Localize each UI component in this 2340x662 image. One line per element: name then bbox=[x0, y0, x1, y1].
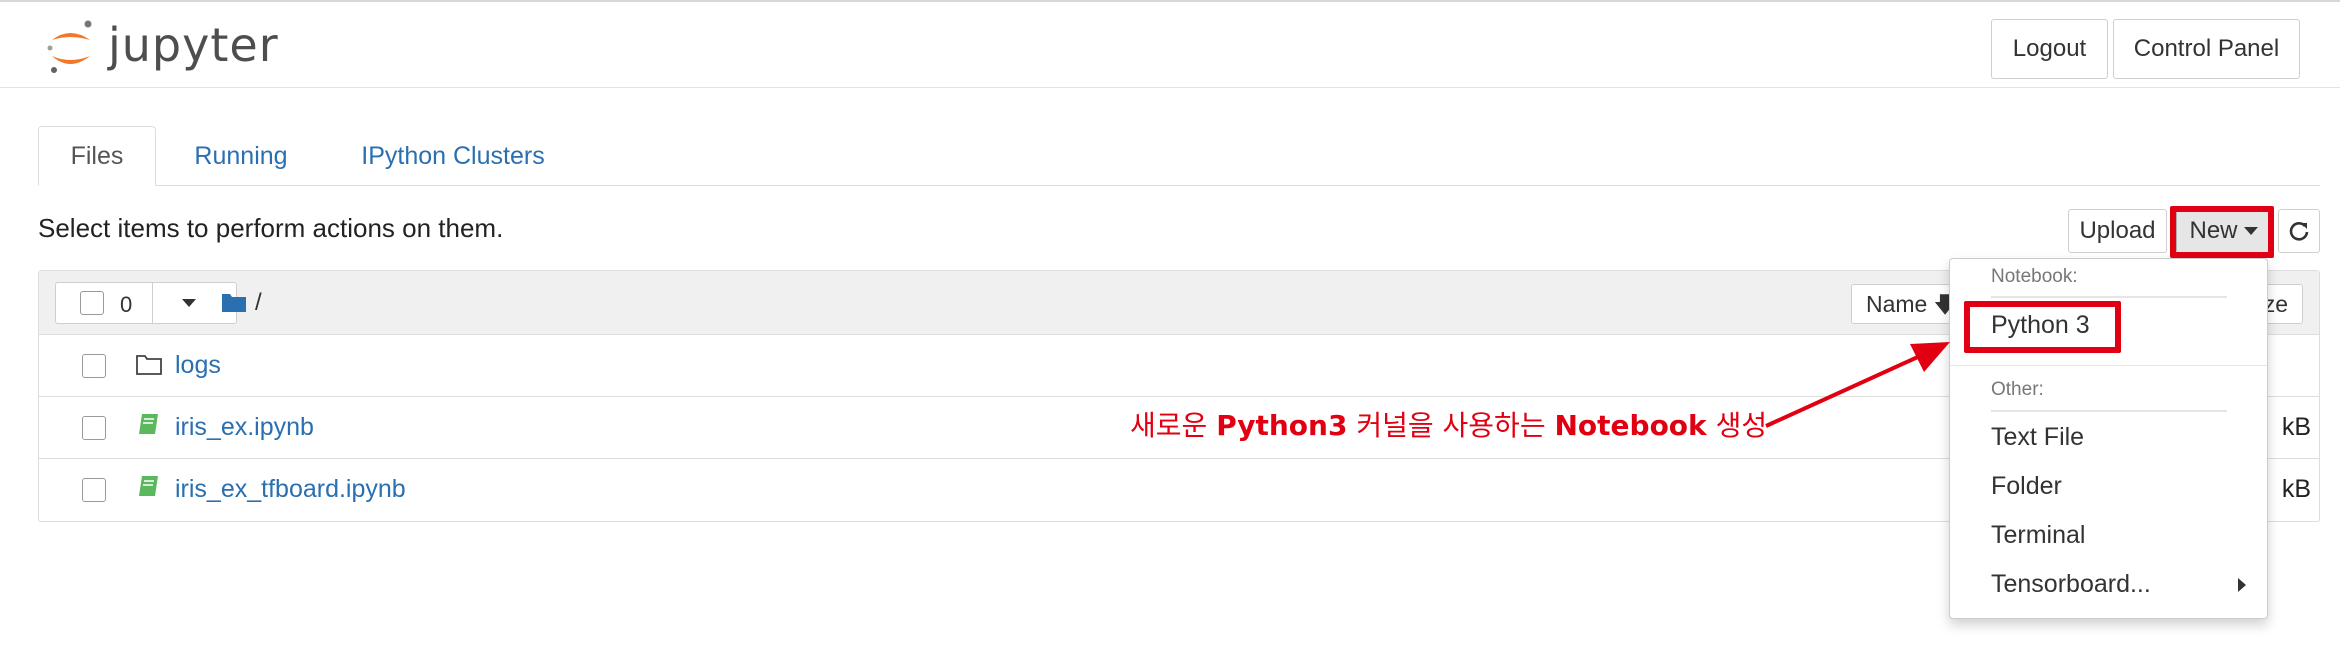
select-all-checkbox[interactable] bbox=[80, 291, 104, 315]
selected-count: 0 bbox=[120, 292, 133, 317]
row-checkbox[interactable] bbox=[82, 416, 106, 440]
menu-item-text-file[interactable]: Text File bbox=[1991, 423, 2084, 452]
python3-highlight bbox=[1964, 301, 2121, 353]
item-name[interactable]: iris_ex.ipynb bbox=[175, 413, 314, 442]
row-checkbox[interactable] bbox=[82, 478, 106, 502]
other-section-header: Other: bbox=[1991, 379, 2044, 400]
menu-item-folder[interactable]: Folder bbox=[1991, 472, 2062, 501]
tabs-divider bbox=[38, 185, 2320, 186]
item-size: kB bbox=[2281, 475, 2311, 503]
notebook-icon bbox=[139, 414, 158, 434]
annotation-part: 생성 bbox=[1706, 409, 1768, 442]
folder-open-icon bbox=[136, 355, 162, 375]
new-dropdown-menu: Notebook: Python 3 Other: Text File Fold… bbox=[1949, 258, 2268, 619]
item-size: kB bbox=[2281, 413, 2311, 441]
annotation-part: 커널을 사용하는 bbox=[1347, 409, 1555, 442]
sort-by-name-button[interactable]: Name 🡇 bbox=[1851, 284, 1961, 324]
breadcrumb[interactable]: / bbox=[255, 289, 262, 317]
annotation-arrow-icon bbox=[1765, 342, 1950, 428]
menu-divider bbox=[1950, 365, 2267, 366]
select-dropdown-toggle[interactable] bbox=[172, 283, 222, 323]
upload-button[interactable]: Upload bbox=[2068, 209, 2167, 253]
annotation-text: 새로운 Python3 커널을 사용하는 Notebook 생성 bbox=[1130, 404, 1767, 444]
menu-divider bbox=[1991, 410, 2227, 412]
caret-down-icon bbox=[182, 299, 196, 307]
menu-item-terminal[interactable]: Terminal bbox=[1991, 521, 2085, 550]
select-all-group[interactable]: 0 bbox=[55, 282, 237, 324]
notebook-section-header: Notebook: bbox=[1991, 266, 2078, 287]
caret-right-icon bbox=[2238, 578, 2246, 592]
item-name[interactable]: iris_ex_tfboard.ipynb bbox=[175, 475, 406, 504]
annotation-part: 새로운 bbox=[1130, 409, 1217, 442]
row-checkbox[interactable] bbox=[82, 354, 106, 378]
menu-divider bbox=[1991, 296, 2227, 298]
logo-text: jupyter bbox=[108, 18, 279, 72]
jupyter-logo-icon bbox=[47, 20, 92, 73]
annotation-part: Python3 bbox=[1216, 409, 1348, 442]
tab-ipython-clusters[interactable]: IPython Clusters bbox=[346, 126, 560, 186]
folder-icon[interactable] bbox=[221, 291, 247, 313]
counter-divider bbox=[152, 283, 153, 323]
sort-name-label: Name bbox=[1866, 291, 1928, 317]
jupyter-logo[interactable]: jupyter bbox=[44, 18, 284, 76]
control-panel-button[interactable]: Control Panel bbox=[2113, 19, 2300, 79]
menu-item-tensorboard[interactable]: Tensorboard... bbox=[1991, 570, 2151, 599]
tab-running[interactable]: Running bbox=[180, 126, 302, 186]
logout-button[interactable]: Logout bbox=[1991, 19, 2108, 79]
new-button-highlight bbox=[2170, 206, 2274, 258]
tab-files[interactable]: Files bbox=[38, 126, 156, 186]
header: jupyter Logout Control Panel bbox=[0, 0, 2340, 88]
refresh-icon bbox=[2289, 222, 2309, 241]
annotation-part: Notebook bbox=[1554, 409, 1707, 442]
notebook-icon bbox=[139, 476, 158, 496]
item-name[interactable]: logs bbox=[175, 351, 221, 380]
refresh-button[interactable] bbox=[2278, 209, 2320, 253]
instruction-text: Select items to perform actions on them. bbox=[38, 213, 504, 243]
